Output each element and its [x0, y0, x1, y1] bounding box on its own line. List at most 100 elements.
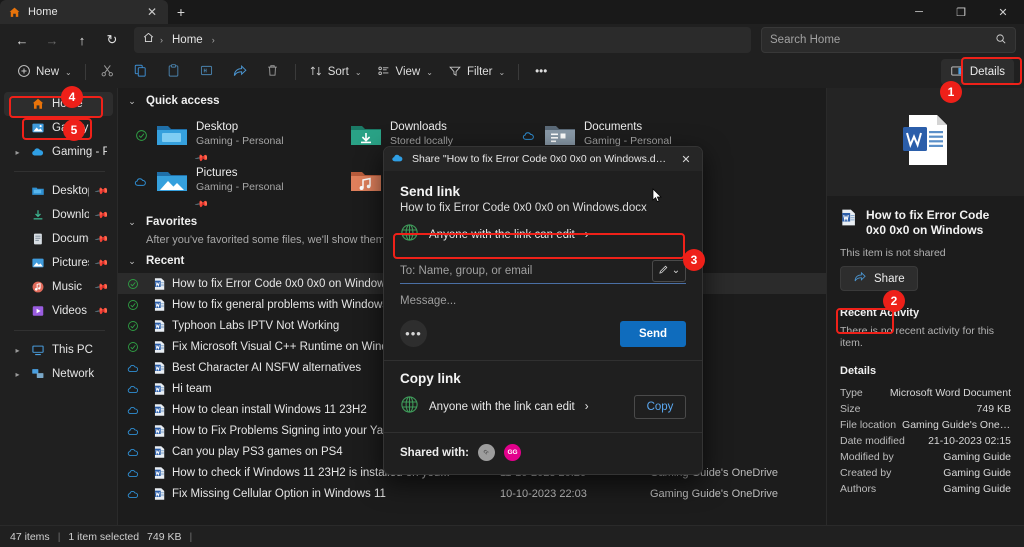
tab-home[interactable]: Home ✕ [0, 0, 168, 24]
recipient-input[interactable]: To: Name, group, or email ⌄ [400, 258, 686, 284]
close-icon[interactable]: ✕ [677, 150, 695, 168]
maximize-button[interactable]: ❐ [940, 0, 982, 24]
cloud-status-icon [118, 426, 148, 436]
sidebar-item-music[interactable]: Music 📌 [4, 275, 113, 299]
sidebar-item-this-pc[interactable]: ▸ This PC [4, 338, 113, 362]
copy-button[interactable] [125, 59, 157, 85]
word-file-icon [148, 340, 170, 354]
share-button-label: Share [874, 273, 905, 285]
breadcrumb[interactable]: › Home › [134, 27, 751, 53]
share-icon [853, 270, 867, 287]
avatar[interactable] [478, 444, 495, 461]
sidebar-item-gallery[interactable]: Gallery [4, 116, 113, 140]
view-button[interactable]: View ⌄ [370, 59, 440, 85]
sidebar-item-documents[interactable]: Documents 📌 [4, 227, 113, 251]
breadcrumb-separator-2[interactable]: › [212, 35, 215, 45]
music-folder-icon [349, 166, 383, 196]
share-toolbar-button[interactable] [224, 59, 256, 85]
sync-status-icon [328, 128, 342, 142]
gallery-icon [30, 121, 45, 136]
downloads-folder-icon [349, 120, 383, 150]
sidebar-item-label: Music [52, 281, 89, 293]
word-file-icon [148, 487, 170, 501]
detail-value: Microsoft Word Document [890, 387, 1011, 399]
detail-value: Gaming Guide [943, 451, 1011, 463]
annotation-marker-3: 3 [683, 249, 705, 271]
scissors-icon [100, 63, 115, 81]
copy-button[interactable]: Copy [634, 395, 686, 419]
filter-button[interactable]: Filter ⌄ [441, 59, 512, 85]
back-button[interactable]: ← [8, 27, 36, 53]
word-file-icon [840, 208, 857, 232]
file-date: 10-10-2023 22:03 [500, 488, 650, 500]
sidebar-item-videos[interactable]: Videos 📌 [4, 299, 113, 323]
tile-name: Downloads [390, 120, 453, 134]
cloud-status-icon [118, 384, 148, 394]
details-pane: How to fix Error Code 0x0 0x0 on Windows… [826, 88, 1024, 525]
details-body: How to fix Error Code 0x0 0x0 on Windows… [827, 196, 1024, 497]
refresh-button[interactable]: ↻ [98, 27, 126, 53]
detail-key: Created by [840, 467, 891, 479]
copy-permission-button[interactable]: Anyone with the link can edit › [400, 395, 589, 419]
tile-text: Pictures Gaming - Personal 📌 [196, 162, 284, 212]
rename-button[interactable] [191, 59, 223, 85]
sidebar-item-home[interactable]: Home [4, 92, 113, 116]
sidebar-item-downloads[interactable]: Downloads 📌 [4, 203, 113, 227]
breadcrumb-item-home[interactable]: Home [168, 33, 207, 47]
breadcrumb-home-icon[interactable] [142, 31, 155, 49]
window-controls: ─ ❐ ✕ [898, 0, 1024, 24]
permission-pencil-button[interactable]: ⌄ [652, 260, 686, 282]
word-file-icon [148, 466, 170, 480]
quick-access-header[interactable]: ⌄ Quick access [118, 88, 826, 111]
avatar[interactable]: GG [504, 444, 521, 461]
new-tab-button[interactable]: + [168, 0, 194, 24]
view-button-label: View [396, 66, 421, 78]
table-row[interactable]: Fix Missing Cellular Option in Windows 1… [118, 483, 826, 504]
close-window-button[interactable]: ✕ [982, 0, 1024, 24]
details-pane-icon [950, 64, 964, 81]
overflow-button[interactable]: ••• [525, 59, 557, 85]
link-permission-button[interactable]: Anyone with the link can edit › [400, 223, 686, 247]
detail-row: Authors Gaming Guide [840, 481, 1011, 497]
new-button-label: New [36, 66, 59, 78]
cut-button[interactable] [92, 59, 124, 85]
detail-key: Date modified [840, 435, 905, 447]
paste-button[interactable] [158, 59, 190, 85]
more-options-button[interactable]: ••• [400, 320, 427, 347]
sidebar-item-gaming-personal[interactable]: ▸ Gaming - Personal [4, 140, 113, 164]
search-input[interactable]: Search Home [761, 27, 1016, 53]
minimize-button[interactable]: ─ [898, 0, 940, 24]
chevron-down-icon[interactable]: ⌄ [126, 96, 138, 107]
up-button[interactable]: ↑ [68, 27, 96, 53]
sync-status-icon [328, 174, 342, 188]
breadcrumb-separator-1: › [160, 35, 163, 45]
message-input[interactable]: Message... [384, 284, 702, 307]
chevron-down-icon: ⌄ [355, 68, 362, 77]
chevron-down-icon[interactable]: ⌄ [126, 256, 138, 267]
chevron-right-icon[interactable]: ▸ [12, 148, 23, 157]
chevron-down-icon: ⌄ [426, 68, 433, 77]
close-tab-button[interactable]: ✕ [144, 4, 160, 20]
sync-status-icon [118, 299, 148, 311]
sidebar-item-pictures[interactable]: Pictures 📌 [4, 251, 113, 275]
chevron-right-icon[interactable]: ▸ [12, 370, 23, 379]
globe-icon [400, 223, 419, 247]
share-dialog-title: Share "How to fix Error Code 0x0 0x0 on … [412, 153, 670, 165]
sort-button[interactable]: Sort ⌄ [302, 59, 369, 85]
chevron-down-icon[interactable]: ⌄ [126, 217, 138, 228]
pin-icon: 📌 [94, 183, 110, 199]
chevron-right-icon: › [585, 401, 589, 413]
favorites-title: Favorites [146, 216, 197, 228]
share-button[interactable]: Share [840, 266, 918, 291]
new-button[interactable]: New ⌄ [10, 59, 79, 85]
chevron-right-icon[interactable]: ▸ [12, 346, 23, 355]
delete-button[interactable] [257, 59, 289, 85]
sidebar-item-network[interactable]: ▸ Network [4, 362, 113, 386]
quick-access-tile[interactable]: Desktop Gaming - Personal 📌 [134, 113, 328, 159]
send-button[interactable]: Send [620, 321, 686, 347]
cloud-status-icon [118, 447, 148, 457]
word-file-icon [148, 361, 170, 375]
music-folder-icon [30, 280, 45, 295]
quick-access-tile[interactable]: Pictures Gaming - Personal 📌 [134, 159, 328, 205]
sidebar-item-desktop[interactable]: Desktop 📌 [4, 179, 113, 203]
